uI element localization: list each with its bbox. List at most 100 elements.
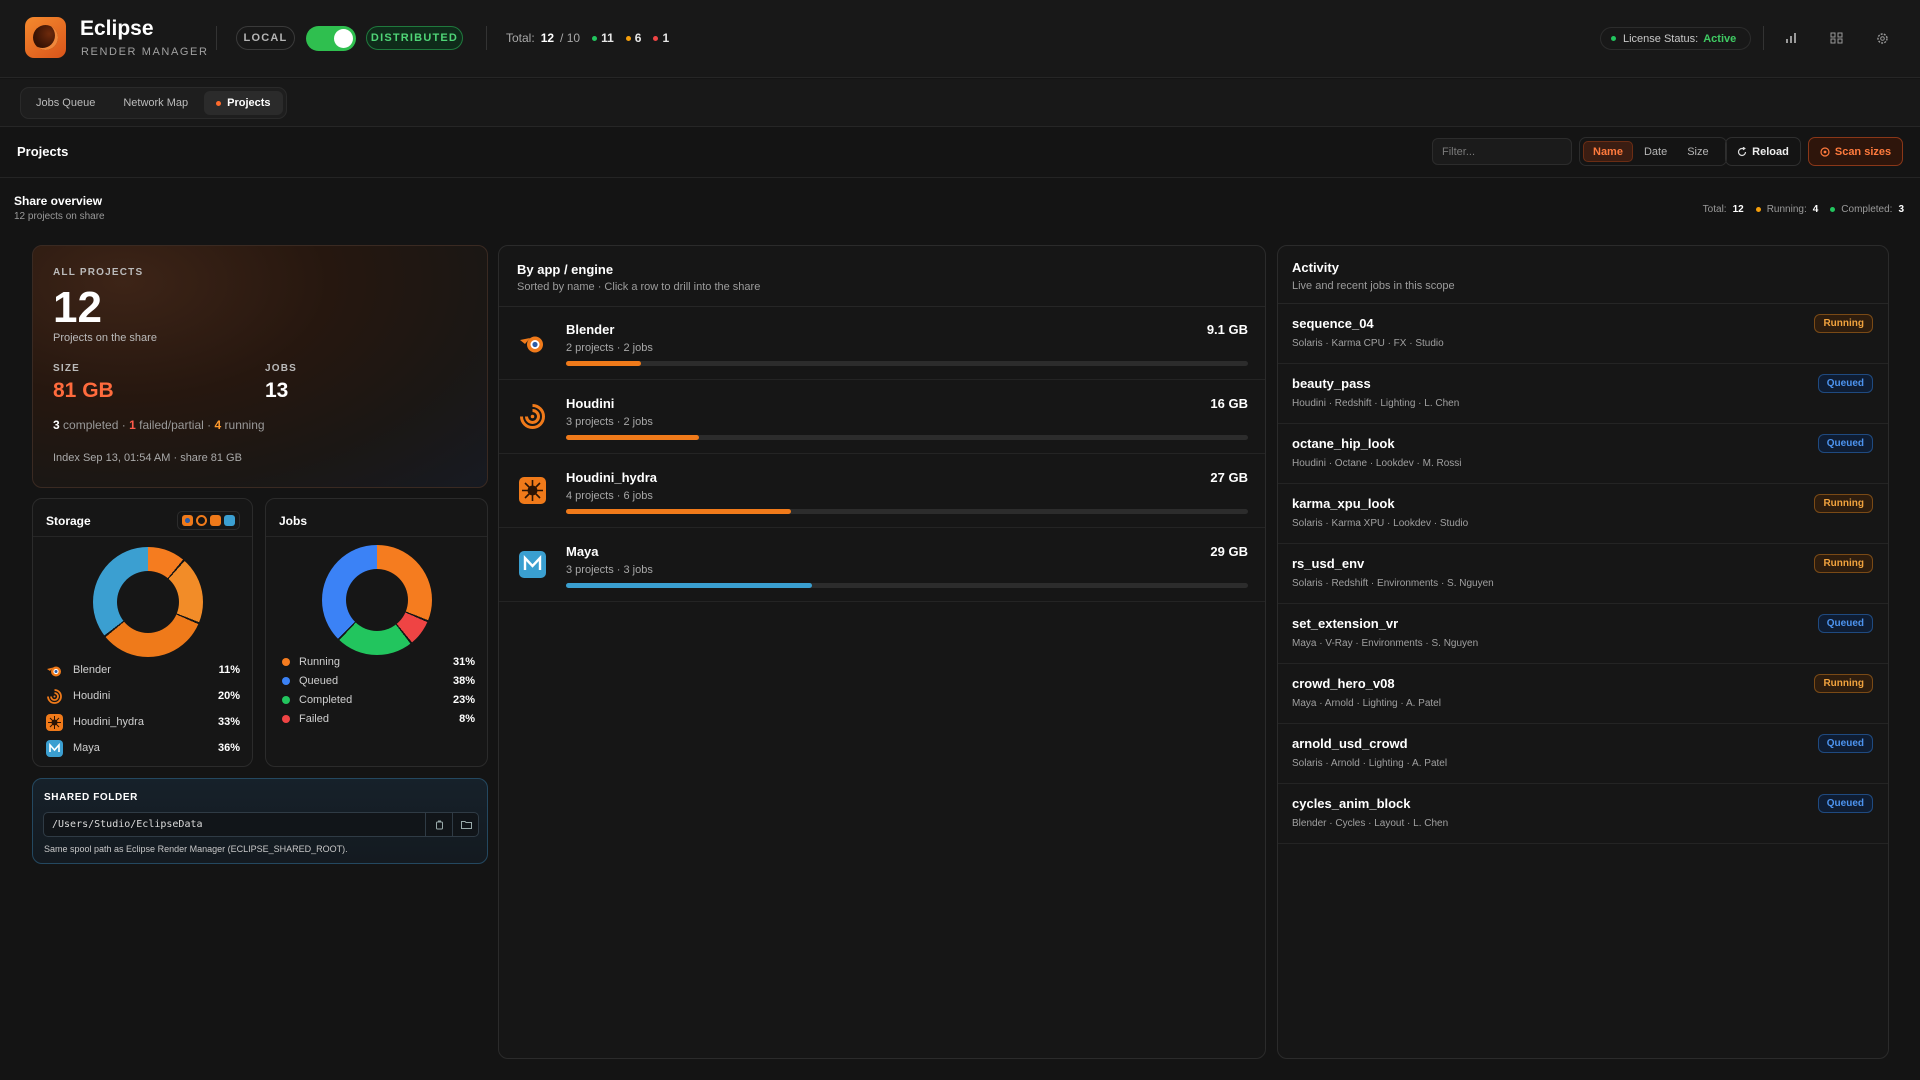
job-name: crowd_hero_v08: [1292, 676, 1395, 691]
engine-name: Houdini_hydra: [566, 470, 658, 485]
engine-size-bar: [566, 583, 1248, 588]
job-status-summary: 3 completed · 1 failed/partial · 4 runni…: [53, 418, 265, 432]
engine-row-blender[interactable]: Blender 9.1 GB 2 projects · 2 jobs: [499, 307, 1265, 380]
legend-pct: 36%: [217, 742, 240, 754]
ov-total-value: 12: [1732, 204, 1744, 215]
projects-toolbar: Projects Name Date Size Reload Scan size…: [0, 128, 1920, 178]
storage-legend-item[interactable]: Houdini_hydra 33%: [46, 709, 240, 735]
activity-row[interactable]: octane_hip_look Houdini · Octane · Lookde…: [1278, 424, 1888, 484]
scan-sizes-button[interactable]: Scan sizes: [1808, 137, 1903, 166]
mode-distributed-pill[interactable]: DISTRIBUTED: [366, 26, 463, 50]
app-subtitle: RENDER MANAGER: [81, 46, 209, 58]
folder-icon: [460, 821, 472, 829]
open-folder-button[interactable]: [452, 813, 479, 836]
engine-size-bar-fill: [566, 361, 642, 366]
activity-row[interactable]: arnold_usd_crowd Solaris · Arnold · Light…: [1278, 724, 1888, 784]
engine-row-houdini-hydra[interactable]: Houdini_hydra 27 GB 4 projects · 6 jobs: [499, 455, 1265, 528]
copy-path-button[interactable]: [425, 813, 452, 836]
shared-path-input[interactable]: [44, 813, 424, 836]
gear-icon[interactable]: [1873, 29, 1891, 47]
ov-running-label: Running:: [1766, 204, 1807, 215]
bar-chart-icon[interactable]: [1782, 29, 1800, 47]
engine-row-houdini[interactable]: Houdini 16 GB 3 projects · 2 jobs: [499, 381, 1265, 454]
failed-dot-icon: [282, 714, 290, 723]
filter-input[interactable]: [1432, 138, 1572, 165]
blender-icon: [182, 515, 193, 526]
legend-pct: 38%: [452, 674, 475, 687]
running-count: 4: [214, 418, 222, 432]
status-badge: Running: [1814, 554, 1873, 573]
activity-row[interactable]: cycles_anim_block Blender · Cycles · Layo…: [1278, 784, 1888, 844]
job-meta: Houdini · Octane · Lookdev · M. Rossi: [1292, 458, 1462, 469]
engine-meta: 2 projects · 2 jobs: [566, 342, 653, 354]
storage-legend-item[interactable]: Maya 36%: [46, 735, 240, 761]
houdini-icon: [46, 688, 63, 705]
total-label: Total:: [506, 31, 535, 45]
jobs-legend: Running 31% Queued 38% Completed 23% Fai…: [279, 652, 475, 728]
ov-running-value: 4: [1812, 204, 1819, 215]
engine-size-bar: [566, 435, 1248, 440]
status-badge: Queued: [1817, 734, 1873, 753]
storage-legend-item[interactable]: Houdini 20%: [46, 683, 240, 709]
app-title: Eclipse: [80, 17, 154, 40]
mode-toggle[interactable]: [306, 26, 356, 51]
count-orange: 6: [625, 31, 641, 45]
sort-name-option[interactable]: Name: [1583, 141, 1633, 162]
jobs-legend-item[interactable]: Failed 8%: [279, 709, 475, 728]
status-badge: Queued: [1817, 794, 1873, 813]
tabs-bar: Jobs Queue Network Map Projects: [0, 79, 1920, 127]
job-name: cycles_anim_block: [1292, 796, 1411, 811]
queued-dot-icon: [282, 676, 290, 685]
tab-network-map[interactable]: Network Map: [111, 91, 200, 115]
completed-text: completed ·: [63, 418, 126, 432]
index-info: Index Sep 13, 01:54 AM · share 81 GB: [53, 452, 242, 464]
job-meta: Solaris · Redshift · Environments · S. N…: [1292, 578, 1494, 589]
job-totals: Total: 12 / 10 11 6 1: [506, 31, 669, 45]
completed-dot-icon: [1830, 207, 1836, 212]
grid-icon[interactable]: [1827, 29, 1845, 47]
jobs-legend-item[interactable]: Queued 38%: [279, 671, 475, 690]
header-divider: [216, 26, 217, 50]
job-meta: Maya · Arnold · Lighting · A. Patel: [1292, 698, 1441, 709]
count-green: 11: [592, 31, 614, 45]
shared-path-box: [43, 812, 479, 837]
ov-completed-label: Completed:: [1841, 204, 1893, 215]
engine-name: Maya: [566, 544, 599, 559]
storage-app-icons[interactable]: [177, 511, 240, 530]
sort-size-option[interactable]: Size: [1678, 141, 1717, 162]
tab-jobs-queue[interactable]: Jobs Queue: [24, 91, 107, 115]
activity-row[interactable]: sequence_04 Solaris · Karma CPU · FX · St…: [1278, 304, 1888, 364]
main-tabs: Jobs Queue Network Map Projects: [20, 87, 287, 119]
card-divider: [266, 536, 487, 537]
job-meta: Blender · Cycles · Layout · L. Chen: [1292, 818, 1449, 829]
tab-projects[interactable]: Projects: [204, 91, 283, 115]
blender-icon: [46, 662, 63, 679]
job-name: octane_hip_look: [1292, 436, 1395, 451]
mode-local-pill[interactable]: LOCAL: [236, 26, 295, 50]
engine-size: 29 GB: [1210, 544, 1248, 559]
jobs-donut-chart: [322, 545, 432, 655]
card-divider: [33, 536, 252, 537]
sort-segmented-control: Name Date Size: [1579, 137, 1727, 166]
share-overview-title: Share overview: [14, 194, 103, 208]
activity-row[interactable]: crowd_hero_v08 Maya · Arnold · Lighting ·…: [1278, 664, 1888, 724]
top-header: Eclipse RENDER MANAGER LOCAL DISTRIBUTED…: [0, 0, 1920, 78]
activity-row[interactable]: rs_usd_env Solaris · Redshift · Environme…: [1278, 544, 1888, 604]
activity-title: Activity: [1292, 260, 1339, 275]
houdini-hydra-icon: [210, 515, 221, 526]
job-meta: Solaris · Karma XPU · Lookdev · Studio: [1292, 518, 1469, 529]
engine-row-maya[interactable]: Maya 29 GB 3 projects · 3 jobs: [499, 529, 1265, 602]
jobs-legend-item[interactable]: Running 31%: [279, 652, 475, 671]
engine-meta: 3 projects · 3 jobs: [566, 564, 653, 576]
storage-legend-item[interactable]: Blender 11%: [46, 657, 240, 683]
activity-row[interactable]: beauty_pass Houdini · Redshift · Lighting…: [1278, 364, 1888, 424]
ov-total-label: Total:: [1702, 204, 1727, 215]
jobs-legend-item[interactable]: Completed 23%: [279, 690, 475, 709]
activity-row[interactable]: karma_xpu_look Solaris · Karma XPU · Look…: [1278, 484, 1888, 544]
sort-date-option[interactable]: Date: [1635, 141, 1676, 162]
activity-row[interactable]: set_extension_vr Maya · V-Ray · Environme…: [1278, 604, 1888, 664]
jobs-card: Jobs Running 31% Queued 38% Completed 23…: [265, 498, 488, 767]
reload-button[interactable]: Reload: [1725, 137, 1801, 166]
shared-folder-title: SHARED FOLDER: [44, 792, 138, 803]
engine-meta: 3 projects · 2 jobs: [566, 416, 653, 428]
